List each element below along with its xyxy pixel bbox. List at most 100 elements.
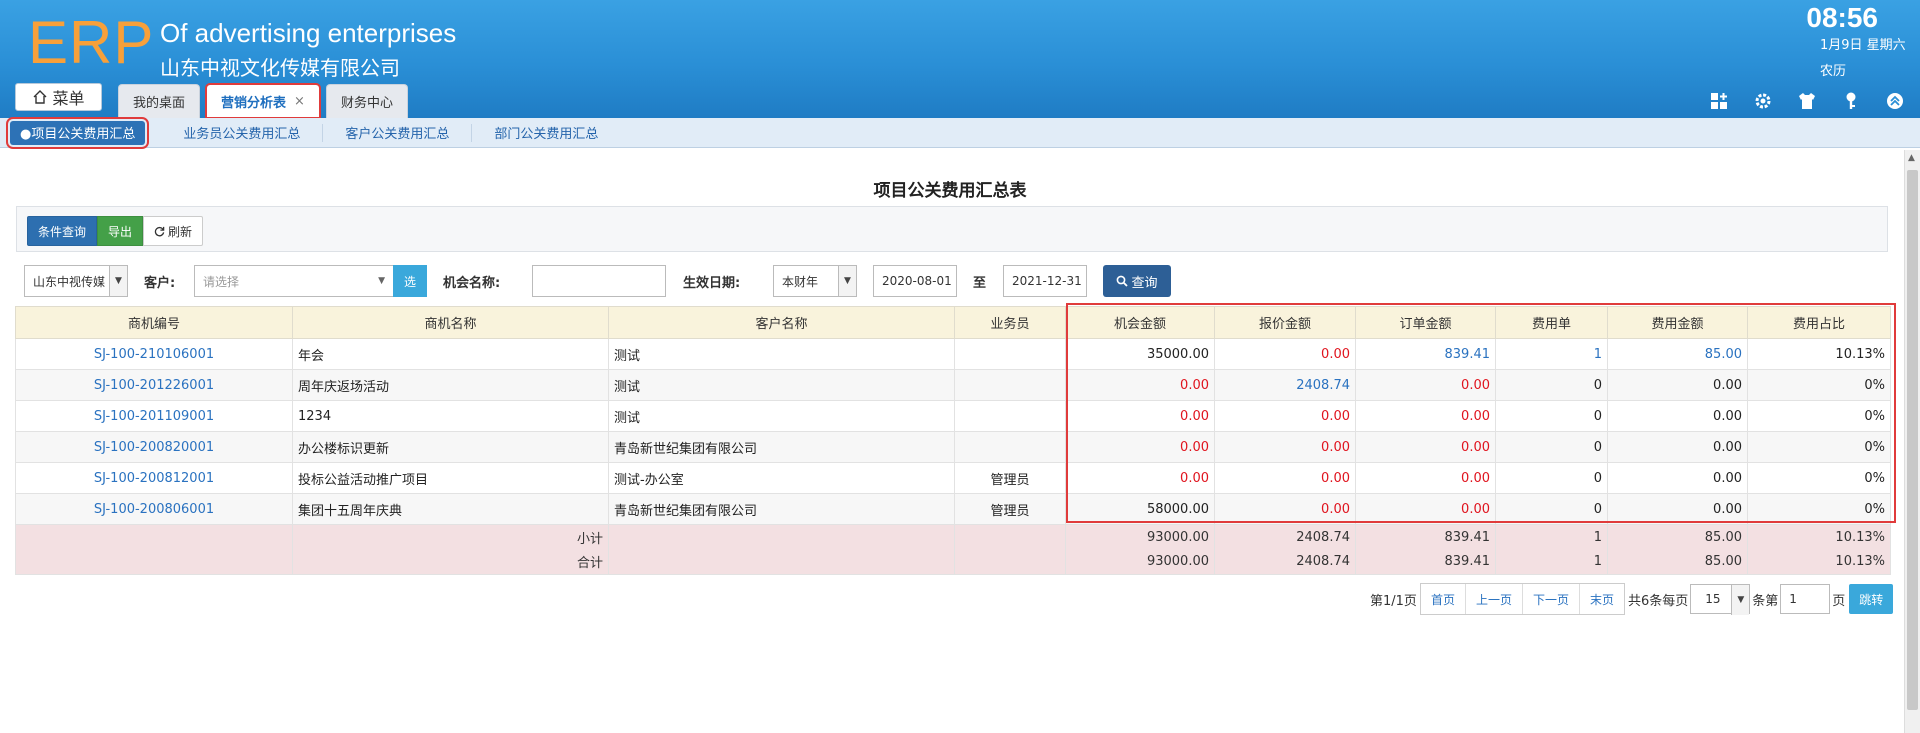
cell: 839.41 <box>1355 524 1496 550</box>
col-expense-count[interactable]: 费用单 <box>1495 306 1608 339</box>
cell <box>954 400 1066 432</box>
col-opportunity-amount[interactable]: 机会金额 <box>1065 306 1215 339</box>
subtotal-label: 小计 <box>292 524 609 550</box>
next-page-button[interactable]: 下一页 <box>1522 584 1580 614</box>
cell: 0 <box>1495 400 1608 432</box>
opportunity-no-link[interactable]: SJ-100-200806001 <box>15 493 293 525</box>
period-select[interactable]: 本财年 ▼ <box>773 265 857 297</box>
cell: 0.00 <box>1607 369 1748 401</box>
col-opportunity-no[interactable]: 商机编号 <box>15 306 293 339</box>
cell: 0.00 <box>1065 400 1215 432</box>
add-app-icon[interactable] <box>1708 90 1730 112</box>
jump-button[interactable]: 跳转 <box>1849 584 1894 614</box>
cell: 0.00 <box>1214 462 1356 494</box>
date-to-label: 至 <box>973 276 987 291</box>
cell: 0.00 <box>1214 431 1356 463</box>
cell: 85.00 <box>1607 549 1748 575</box>
cell: 投标公益活动推广项目 <box>292 462 609 494</box>
brand-english: Of advertising enterprises <box>160 18 457 48</box>
cell: 办公楼标识更新 <box>292 431 609 463</box>
col-opportunity-name[interactable]: 商机名称 <box>292 306 609 339</box>
opportunity-no-link[interactable]: SJ-100-201109001 <box>15 400 293 432</box>
menu-button[interactable]: 菜单 <box>15 83 102 111</box>
cell: 0.00 <box>1607 493 1748 525</box>
refresh-button[interactable]: 刷新 <box>143 216 204 246</box>
cell <box>954 369 1066 401</box>
effective-date-label: 生效日期: <box>683 276 741 291</box>
cell: 0% <box>1747 431 1891 463</box>
customer-select[interactable]: 请选择 ▼ <box>194 265 394 297</box>
page-unit-label: 页 <box>1832 593 1846 609</box>
opportunity-no-link[interactable]: SJ-100-200812001 <box>15 462 293 494</box>
cell: 10.13% <box>1747 524 1891 550</box>
opportunity-name-input[interactable] <box>532 265 666 297</box>
col-quote-amount[interactable]: 报价金额 <box>1214 306 1356 339</box>
col-expense-amount[interactable]: 费用金额 <box>1607 306 1748 339</box>
condition-query-button[interactable]: 条件查询 <box>27 216 98 246</box>
shirt-icon[interactable] <box>1796 90 1818 112</box>
order-amount-link[interactable]: 839.41 <box>1355 338 1496 370</box>
tab-marketing-analysis[interactable]: 营销分析表 × <box>205 83 321 119</box>
clock-date: 1月9日 星期六 <box>1820 38 1906 53</box>
close-icon[interactable]: × <box>294 94 305 109</box>
cell: 0.00 <box>1607 400 1748 432</box>
customer-pick-button[interactable]: 选 <box>393 265 427 297</box>
chevron-down-icon: ▼ <box>378 276 385 286</box>
key-icon[interactable] <box>1840 90 1862 112</box>
company-select[interactable]: 山东中视传媒 ▼ <box>24 265 128 297</box>
col-customer-name[interactable]: 客户名称 <box>608 306 955 339</box>
gear-icon[interactable] <box>1752 90 1774 112</box>
cell: 0.00 <box>1214 400 1356 432</box>
quote-amount-link[interactable]: 2408.74 <box>1214 369 1356 401</box>
app-header: ERP Of advertising enterprises 山东中视文化传媒有… <box>0 0 1920 119</box>
summary-table: 商机编号 商机名称 客户名称 业务员 机会金额 报价金额 订单金额 费用单 费用… <box>15 306 1891 575</box>
table-row: SJ-100-200806001 集团十五周年庆典 青岛新世纪集团有限公司 管理… <box>15 493 1891 525</box>
scrollbar-thumb[interactable] <box>1907 170 1918 710</box>
prev-page-button[interactable]: 上一页 <box>1465 584 1523 614</box>
collapse-icon[interactable] <box>1884 90 1906 112</box>
expense-count-link[interactable]: 1 <box>1495 338 1608 370</box>
cell: 93000.00 <box>1065 524 1215 550</box>
page-size-select[interactable]: 15 ▼ <box>1690 584 1751 615</box>
table-row: SJ-100-200820001 办公楼标识更新 青岛新世纪集团有限公司 0.0… <box>15 431 1891 463</box>
table-row: SJ-100-201109001 1234 测试 0.00 0.00 0.00 … <box>15 400 1891 432</box>
opportunity-no-link[interactable]: SJ-100-200820001 <box>15 431 293 463</box>
cell: 0.00 <box>1065 431 1215 463</box>
cell: 10.13% <box>1747 549 1891 575</box>
home-icon <box>33 90 47 104</box>
export-button[interactable]: 导出 <box>97 216 144 246</box>
opportunity-no-link[interactable]: SJ-100-210106001 <box>15 338 293 370</box>
tab-finance-center[interactable]: 财务中心 <box>325 84 408 118</box>
col-order-amount[interactable]: 订单金额 <box>1355 306 1496 339</box>
subnav-customer-pr-summary[interactable]: 客户公关费用汇总 <box>323 123 473 142</box>
first-page-button[interactable]: 首页 <box>1420 584 1466 614</box>
subnav-project-pr-summary[interactable]: ●项目公关费用汇总 <box>5 116 150 149</box>
cell: 0% <box>1747 400 1891 432</box>
date-to-input[interactable]: 2021-12-31 <box>1003 265 1087 297</box>
cell: 0 <box>1495 431 1608 463</box>
pagination: 第1/1页 首页 上一页 下一页 末页 共6条每页 15 ▼ 条第 1 页 跳转 <box>1370 583 1894 615</box>
subnav-department-pr-summary[interactable]: 部门公关费用汇总 <box>472 124 620 142</box>
cell: 1 <box>1495 549 1608 575</box>
cell: 0.00 <box>1065 369 1215 401</box>
cell: 839.41 <box>1355 549 1496 575</box>
tab-my-desktop[interactable]: 我的桌面 <box>118 84 201 118</box>
col-salesperson[interactable]: 业务员 <box>954 306 1066 339</box>
date-from-input[interactable]: 2020-08-01 <box>873 265 957 297</box>
query-button[interactable]: 查询 <box>1103 265 1171 297</box>
opportunity-no-link[interactable]: SJ-100-201226001 <box>15 369 293 401</box>
record-count: 共6条每页 <box>1628 593 1689 609</box>
expense-amount-link[interactable]: 85.00 <box>1607 338 1748 370</box>
col-expense-ratio[interactable]: 费用占比 <box>1747 306 1891 339</box>
vertical-scrollbar[interactable]: ▲ <box>1904 150 1920 733</box>
cell: 0.00 <box>1214 338 1356 370</box>
table-row: SJ-100-210106001 年会 测试 35000.00 0.00 839… <box>15 338 1891 370</box>
subnav-salesperson-pr-summary[interactable]: 业务员公关费用汇总 <box>161 123 324 142</box>
page-info: 第1/1页 <box>1370 593 1417 609</box>
scroll-up-icon[interactable]: ▲ <box>1908 153 1915 163</box>
tab-bar: 我的桌面 营销分析表 × 财务中心 <box>118 83 408 119</box>
cell: 青岛新世纪集团有限公司 <box>608 493 955 525</box>
last-page-button[interactable]: 末页 <box>1579 584 1624 614</box>
cell: 0 <box>1495 462 1608 494</box>
page-number-input[interactable]: 1 <box>1780 584 1831 614</box>
